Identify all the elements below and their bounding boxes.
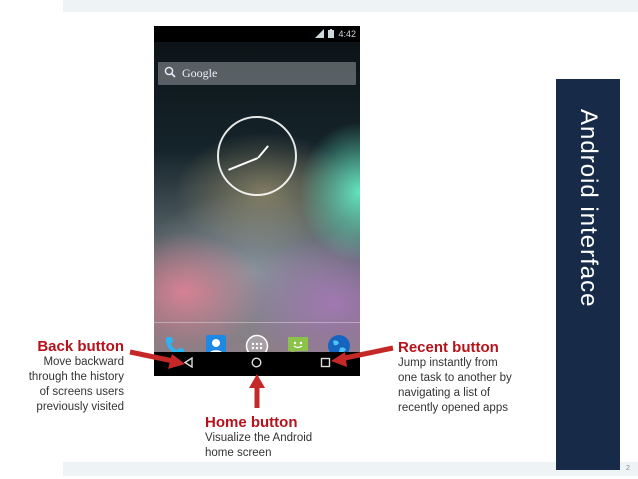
home-button-description: Visualize the Android home screen (205, 431, 365, 461)
back-button-title: Back button (37, 338, 124, 355)
home-button-annotation: Home button Visualize the Android home s… (205, 414, 365, 461)
back-button-annotation: Back button Move backward through the hi… (0, 338, 124, 415)
recent-arrow (331, 345, 394, 367)
back-desc-line: of screens users (39, 386, 124, 398)
slide-title: Android interface (575, 109, 602, 308)
back-arrow (129, 349, 185, 369)
page-number: 2 (626, 465, 630, 472)
home-button-title: Home button (205, 414, 298, 431)
recent-button-description: Jump instantly from one task to another … (398, 356, 548, 416)
back-desc-line: through the history (28, 371, 124, 383)
home-arrow (249, 374, 265, 408)
recent-desc-line: one task to another by (398, 372, 512, 384)
back-desc-line: Move backward (43, 356, 124, 368)
back-desc-line: previously visited (36, 401, 124, 413)
home-desc-line: home screen (205, 447, 272, 459)
recent-button-title: Recent button (398, 339, 499, 356)
recent-button-annotation: Recent button Jump instantly from one ta… (398, 339, 548, 416)
side-title-panel: Android interface (556, 79, 620, 470)
recent-desc-line: navigating a list of (398, 387, 491, 399)
recent-desc-line: Jump instantly from (398, 357, 498, 369)
home-desc-line: Visualize the Android (205, 432, 313, 444)
recent-desc-line: recently opened apps (398, 402, 508, 414)
back-button-description: Move backward through the history of scr… (0, 355, 124, 415)
